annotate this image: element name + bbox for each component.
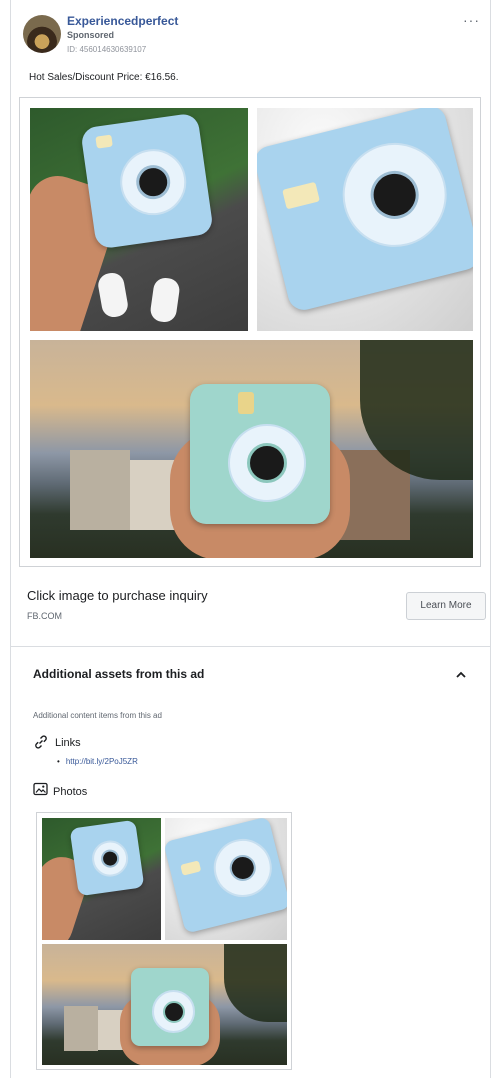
photos-label: Photos bbox=[53, 786, 88, 798]
cta-headline[interactable]: Click image to purchase inquiry bbox=[27, 588, 208, 603]
sponsored-label: Sponsored bbox=[67, 30, 115, 40]
collage-photo-hand-camera[interactable] bbox=[30, 108, 248, 331]
more-options-icon[interactable]: ··· bbox=[463, 12, 480, 28]
links-label: Links bbox=[55, 737, 81, 749]
page-avatar[interactable] bbox=[23, 15, 61, 53]
camera-shape bbox=[190, 384, 330, 524]
thumbnail-photo-city-sunset bbox=[42, 944, 287, 1065]
chevron-up-icon[interactable] bbox=[454, 668, 468, 682]
shoe-shape bbox=[96, 271, 130, 319]
assets-section-title: Additional assets from this ad bbox=[33, 667, 205, 681]
page-name-link[interactable]: Experiencedperfect bbox=[67, 14, 178, 28]
photo-icon bbox=[33, 782, 48, 796]
ad-card: Experiencedperfect Sponsored ID: 4560146… bbox=[10, 0, 491, 1078]
collage-photo-city-sunset[interactable] bbox=[30, 340, 473, 558]
thumbnail-photo-camera-closeup bbox=[165, 818, 287, 940]
cta-domain: FB.COM bbox=[27, 611, 62, 621]
post-text: Hot Sales/Discount Price: €16.56. bbox=[29, 72, 179, 83]
assets-subtitle: Additional content items from this ad bbox=[33, 711, 162, 720]
thumbnail-photo-hand-camera bbox=[42, 818, 161, 940]
section-divider bbox=[11, 646, 491, 647]
camera-shape bbox=[80, 112, 214, 250]
camera-shape bbox=[257, 108, 473, 314]
ad-id: ID: 456014630639107 bbox=[67, 45, 147, 54]
asset-photo-thumbnail[interactable] bbox=[36, 812, 292, 1070]
link-icon bbox=[35, 735, 47, 749]
ad-image-collage[interactable] bbox=[19, 97, 481, 567]
shoe-shape bbox=[149, 276, 181, 324]
learn-more-button[interactable]: Learn More bbox=[406, 592, 486, 620]
asset-link[interactable]: http://bit.ly/2PoJ5ZR bbox=[57, 757, 138, 766]
collage-photo-camera-closeup[interactable] bbox=[257, 108, 473, 331]
